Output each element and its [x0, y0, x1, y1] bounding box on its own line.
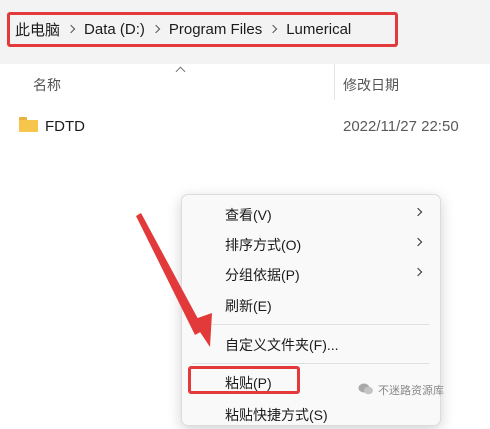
- menu-item-view[interactable]: 查看(V): [182, 199, 440, 229]
- menu-separator: [192, 324, 430, 325]
- folder-icon: [19, 117, 38, 132]
- file-name: FDTD: [45, 118, 85, 135]
- column-divider[interactable]: [334, 64, 335, 100]
- chevron-right-icon: [415, 269, 422, 276]
- chevron-right-icon: [415, 239, 422, 246]
- menu-item-label: 自定义文件夹(F)...: [225, 337, 339, 353]
- menu-item-paste-shortcut[interactable]: 粘贴快捷方式(S): [182, 399, 440, 429]
- column-header-modified[interactable]: 修改日期: [343, 75, 399, 95]
- menu-item-label: 粘贴快捷方式(S): [225, 407, 328, 423]
- paste-highlight-box: [188, 366, 300, 394]
- menu-item-label: 分组依据(P): [225, 267, 300, 283]
- menu-item-label: 排序方式(O): [225, 237, 302, 253]
- column-header-row: 名称 修改日期: [0, 64, 490, 100]
- menu-item-refresh[interactable]: 刷新(E): [182, 290, 440, 320]
- file-row[interactable]: FDTD 2022/11/27 22:50: [0, 112, 490, 140]
- wechat-icon: [358, 383, 373, 395]
- menu-item-label: 查看(V): [225, 207, 272, 223]
- file-modified-date: 2022/11/27 22:50: [343, 118, 459, 135]
- menu-item-group-by[interactable]: 分组依据(P): [182, 259, 440, 289]
- sort-ascending-icon: [175, 66, 185, 72]
- watermark-text: 不迷路资源库: [378, 385, 444, 397]
- menu-item-label: 刷新(E): [225, 298, 272, 314]
- menu-item-sort-by[interactable]: 排序方式(O): [182, 229, 440, 259]
- chevron-right-icon: [415, 209, 422, 216]
- column-header-name[interactable]: 名称: [33, 75, 61, 95]
- breadcrumb-highlight-box: [7, 12, 398, 47]
- menu-item-customize-folder[interactable]: 自定义文件夹(F)...: [182, 329, 440, 359]
- menu-separator: [192, 363, 430, 364]
